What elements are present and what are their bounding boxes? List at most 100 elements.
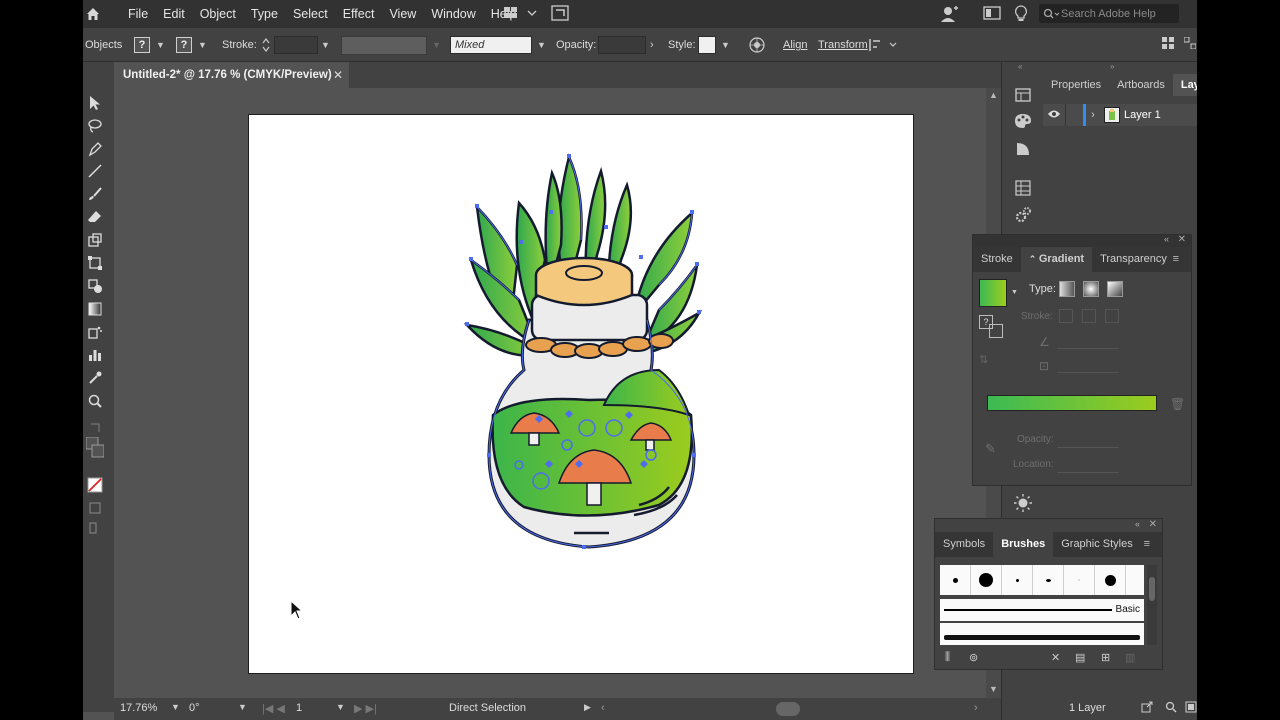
horizontal-scroll-thumb[interactable] <box>776 702 800 716</box>
control-menu-icon[interactable] <box>1183 36 1197 52</box>
artboard-number[interactable]: 1 <box>296 702 302 714</box>
tab-symbols[interactable]: Symbols <box>935 532 993 557</box>
zoom-dropdown-icon[interactable]: ▼ <box>171 702 180 712</box>
brush-charcoal-row[interactable] <box>940 623 1144 645</box>
brush-dot-small[interactable] <box>940 565 971 595</box>
menu-select[interactable]: Select <box>293 7 328 21</box>
swap-fill-stroke-icon[interactable] <box>85 419 105 437</box>
variable-width-profile[interactable] <box>341 36 427 55</box>
tab-stroke[interactable]: Stroke <box>973 247 1021 272</box>
clipping-mask-icon[interactable] <box>1185 701 1197 716</box>
stroke-dropdown-icon[interactable]: ▼ <box>198 40 207 50</box>
brush-dot-medium[interactable] <box>1095 565 1126 595</box>
brush-blank[interactable] <box>1064 565 1095 595</box>
style-dropdown-icon[interactable]: ▼ <box>721 40 730 50</box>
collapse-gradient-icon[interactable]: « <box>1164 234 1169 244</box>
layers-grid-icon[interactable] <box>1012 177 1034 199</box>
brushes-scrollbar[interactable] <box>1147 565 1157 645</box>
close-gradient-panel-icon[interactable]: ✕ <box>1178 234 1186 245</box>
menu-view[interactable]: View <box>389 7 416 21</box>
stroke-within-button[interactable] <box>1059 309 1073 323</box>
potion-bottle-artwork[interactable] <box>249 115 915 675</box>
opacity-arrow-icon[interactable]: › <box>650 39 654 51</box>
transform-link[interactable]: Transform <box>818 39 868 51</box>
stroke-stepper-icon[interactable] <box>261 36 271 57</box>
collapse-dock-icon[interactable]: « <box>1018 62 1022 71</box>
new-brush-icon[interactable]: ⊞ <box>1101 651 1110 664</box>
none-color-icon[interactable] <box>85 476 105 494</box>
visibility-eye-icon[interactable] <box>1043 109 1065 122</box>
tab-layers[interactable]: Laye <box>1172 74 1197 96</box>
remove-brush-stroke-icon[interactable]: ✕ <box>1051 651 1060 664</box>
collapse-brushes-icon[interactable]: « <box>1135 519 1140 529</box>
screen-mode-icon[interactable] <box>85 520 105 538</box>
scroll-up-icon[interactable]: ▲ <box>989 90 998 100</box>
appearance-icon[interactable] <box>1012 138 1034 160</box>
stop-opacity-field[interactable] <box>1057 432 1119 448</box>
stroke-weight-dropdown-icon[interactable]: ▼ <box>321 40 330 50</box>
selection-tool-icon[interactable] <box>85 94 105 112</box>
stroke-across-button[interactable] <box>1105 309 1119 323</box>
align-options-icon[interactable] <box>869 37 899 56</box>
menu-window[interactable]: Window <box>431 7 475 21</box>
scroll-down-icon[interactable]: ▼ <box>989 684 998 694</box>
expand-layer-icon[interactable]: › <box>1086 109 1100 121</box>
lasso-tool-icon[interactable] <box>85 117 105 135</box>
eraser-tool-icon[interactable] <box>85 208 105 226</box>
last-artboard-icon[interactable]: ▶ ▶| <box>354 702 377 715</box>
freeform-gradient-button[interactable] <box>1107 281 1123 297</box>
document-tab[interactable]: Untitled-2* @ 17.76 % (CMYK/Preview) ✕ <box>114 62 349 88</box>
brush-library-menu-icon[interactable]: ⊚ <box>969 651 978 664</box>
menu-effect[interactable]: Effect <box>343 7 375 21</box>
canvas-area[interactable] <box>114 88 986 698</box>
brush-basic-row[interactable]: Basic <box>940 599 1144 621</box>
column-graph-tool-icon[interactable] <box>85 346 105 364</box>
radial-gradient-button[interactable] <box>1083 281 1099 297</box>
angle-field[interactable] <box>1057 333 1119 349</box>
fill-stroke-indicator[interactable] <box>85 437 105 458</box>
stroke-weight-field[interactable] <box>274 36 318 54</box>
fill-swatch[interactable]: ? <box>134 37 150 53</box>
color-palette-icon[interactable] <box>1012 110 1034 132</box>
tab-brushes[interactable]: Brushes <box>993 532 1054 557</box>
gradient-menu-icon[interactable]: ≡ <box>1165 247 1187 272</box>
lock-toggle[interactable] <box>1065 104 1083 126</box>
close-document-icon[interactable]: ✕ <box>333 68 343 82</box>
artboard[interactable] <box>248 114 914 674</box>
brush-definition-field[interactable]: Mixed <box>450 36 532 54</box>
workspace-switcher-icon[interactable] <box>504 5 540 24</box>
collapse-panel-icon[interactable]: » <box>1110 62 1114 71</box>
first-artboard-icon[interactable]: |◀ ◀ <box>262 702 285 715</box>
zoom-level[interactable]: 17.76% <box>120 702 157 714</box>
hscroll-left-icon[interactable]: ‹ <box>601 702 605 714</box>
pen-tool-icon[interactable] <box>85 140 105 158</box>
brush-calligraphic[interactable] <box>1033 565 1064 595</box>
reverse-gradient-icon[interactable]: ⇅ <box>979 353 988 366</box>
tab-gradient[interactable]: ⌃ Gradient <box>1020 247 1093 272</box>
menu-edit[interactable]: Edit <box>163 7 185 21</box>
rotation-dropdown-icon[interactable]: ▼ <box>238 702 247 712</box>
rotation-value[interactable]: 0° <box>189 702 200 714</box>
opacity-field[interactable] <box>598 36 646 54</box>
panel-layout-icon[interactable] <box>983 5 1001 24</box>
stop-location-field[interactable] <box>1057 457 1119 473</box>
brush-dot-tiny[interactable] <box>1002 565 1033 595</box>
rotate-tool-icon[interactable] <box>85 231 105 249</box>
eyedropper-tool-icon[interactable] <box>85 369 105 387</box>
tab-graphic-styles[interactable]: Graphic Styles <box>1053 532 1141 557</box>
gradient-swatch-dropdown-icon[interactable]: ▼ <box>1011 289 1018 296</box>
stroke-swatch[interactable]: ? <box>176 37 192 53</box>
brush-options-icon[interactable]: ▤ <box>1075 651 1085 664</box>
layer-name[interactable]: Layer 1 <box>1124 109 1161 121</box>
export-icon[interactable] <box>1141 701 1153 716</box>
aspect-ratio-field[interactable] <box>1057 357 1119 373</box>
gradient-fill-swatch[interactable] <box>979 279 1007 307</box>
settings-gear-icon[interactable] <box>1012 204 1034 226</box>
line-tool-icon[interactable] <box>85 162 105 180</box>
tab-artboards[interactable]: Artboards <box>1109 74 1173 96</box>
brush-libraries-icon[interactable]: ⫼ <box>945 651 950 664</box>
brush-dropdown-icon[interactable]: ▼ <box>537 40 546 50</box>
locate-search-icon[interactable] <box>1165 701 1177 716</box>
artboard-dropdown-icon[interactable]: ▼ <box>336 702 345 712</box>
zoom-tool-icon[interactable] <box>85 392 105 410</box>
